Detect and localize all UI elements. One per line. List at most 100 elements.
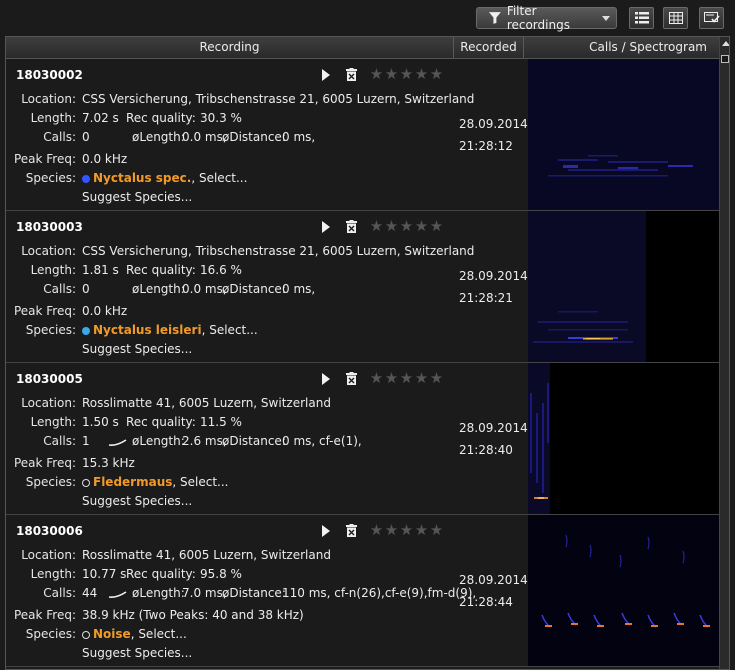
star-icon[interactable]: ★	[429, 522, 444, 538]
species-dot-icon	[82, 175, 90, 183]
toolbar: Filter recordings	[0, 0, 735, 36]
recording-cell: 18030005 ★ ★ ★ ★ ★ Location: Rosslimatte 41,…	[6, 363, 454, 514]
star-icon[interactable]: ★	[384, 66, 399, 82]
delete-icon[interactable]	[346, 220, 357, 233]
grid-view-button[interactable]	[663, 7, 688, 29]
rec-quality-label: Rec quality:	[126, 111, 196, 125]
list-view-icon	[634, 12, 649, 24]
rating-stars[interactable]: ★ ★ ★ ★ ★	[369, 522, 444, 538]
avg-length-label: øLength:	[132, 130, 185, 144]
play-icon[interactable]	[322, 373, 330, 385]
species-select-link[interactable]: , Select...	[202, 323, 258, 337]
star-icon[interactable]: ★	[384, 370, 399, 386]
suggest-species-link[interactable]: Suggest Species...	[82, 342, 192, 356]
suggest-species-link[interactable]: Suggest Species...	[82, 190, 192, 204]
star-icon[interactable]: ★	[429, 66, 444, 82]
delete-icon[interactable]	[346, 372, 357, 385]
rating-stars[interactable]: ★ ★ ★ ★ ★	[369, 370, 444, 386]
column-header-recording[interactable]: Recording	[6, 37, 454, 58]
star-icon[interactable]: ★	[429, 370, 444, 386]
location-value: CSS Versicherung, Tribschenstrasse 21, 6…	[82, 244, 475, 258]
spectrogram[interactable]	[528, 363, 719, 514]
play-icon[interactable]	[322, 525, 330, 537]
filter-recordings-button[interactable]: Filter recordings	[476, 4, 617, 32]
star-icon[interactable]: ★	[399, 66, 414, 82]
select-all-button[interactable]	[699, 7, 724, 29]
calls-value: 44	[82, 586, 98, 600]
species-value: Nyctalus spec., Select...	[82, 171, 247, 185]
table-row[interactable]: 18030006 ★ ★ ★ ★ ★ Location: Rosslimatte 41,…	[6, 515, 719, 667]
recording-cell: 18030002 ★ ★ ★ ★ ★ Location: CSS Versicherun…	[6, 59, 474, 210]
species-name[interactable]: Nyctalus leisleri	[93, 323, 202, 337]
length-value: 10.77 s	[82, 567, 127, 581]
star-icon[interactable]: ★	[414, 218, 429, 234]
spectrogram-image	[528, 515, 719, 666]
star-icon[interactable]: ★	[369, 218, 384, 234]
calls-label: Calls:	[43, 282, 76, 296]
peak-freq-label: Peak Freq:	[13, 456, 76, 470]
recorded-cell: 28.09.2014 21:28:12	[454, 59, 528, 210]
star-icon[interactable]: ★	[399, 522, 414, 538]
species-label: Species:	[25, 475, 76, 489]
spectrogram[interactable]	[528, 211, 719, 362]
peak-freq-value: 38.9 kHz (Two Peaks: 40 and 38 kHz)	[82, 608, 304, 622]
length-label: Length:	[30, 567, 76, 581]
delete-icon[interactable]	[346, 68, 357, 81]
scroll-thumb[interactable]	[721, 55, 729, 63]
species-select-link[interactable]: , Select...	[191, 171, 247, 185]
star-icon[interactable]: ★	[414, 370, 429, 386]
table-row[interactable]: 18030005 ★ ★ ★ ★ ★ Location: Rosslimatte 41,…	[6, 363, 719, 515]
location-label: Location:	[21, 548, 76, 562]
species-name[interactable]: Noise	[93, 627, 131, 641]
funnel-icon	[489, 12, 501, 24]
rec-quality-value: 30.3 %	[200, 111, 242, 125]
rec-quality-value: 16.6 %	[200, 263, 242, 277]
length-label: Length:	[30, 111, 76, 125]
column-header-calls-spectrogram[interactable]: Calls / Spectrogram	[524, 37, 719, 58]
scroll-up-icon[interactable]	[722, 41, 729, 46]
star-icon[interactable]: ★	[399, 218, 414, 234]
spectrogram-image	[528, 59, 719, 210]
species-name[interactable]: Fledermaus	[93, 475, 172, 489]
star-icon[interactable]: ★	[414, 522, 429, 538]
table-row[interactable]: 18030003 ★ ★ ★ ★ ★ Location: CSS Versicherun…	[6, 211, 719, 363]
location-value: CSS Versicherung, Tribschenstrasse 21, 6…	[82, 92, 475, 106]
rating-stars[interactable]: ★ ★ ★ ★ ★	[369, 66, 444, 82]
suggest-species-link[interactable]: Suggest Species...	[82, 494, 192, 508]
suggest-species-link[interactable]: Suggest Species...	[82, 646, 192, 660]
species-label: Species:	[25, 171, 76, 185]
star-icon[interactable]: ★	[384, 218, 399, 234]
avg-length-label: øLength:	[132, 434, 185, 448]
rec-quality-label: Rec quality:	[126, 263, 196, 277]
star-icon[interactable]: ★	[429, 218, 444, 234]
species-select-link[interactable]: , Select...	[131, 627, 187, 641]
star-icon[interactable]: ★	[384, 522, 399, 538]
star-icon[interactable]: ★	[369, 66, 384, 82]
rec-quality-label: Rec quality:	[126, 567, 196, 581]
calls-label: Calls:	[43, 130, 76, 144]
table-row[interactable]: 18030002 ★ ★ ★ ★ ★ Location: CSS Versicherun…	[6, 59, 719, 211]
vertical-scrollbar[interactable]	[719, 37, 729, 669]
location-value: Rosslimatte 41, 6005 Luzern, Switzerland	[82, 396, 331, 410]
calls-value: 0	[82, 282, 90, 296]
play-icon[interactable]	[322, 221, 330, 233]
delete-icon[interactable]	[346, 524, 357, 537]
species-select-link[interactable]: , Select...	[172, 475, 228, 489]
species-name[interactable]: Nyctalus spec.	[93, 171, 191, 185]
avg-length-value: 0.0 ms,	[182, 130, 227, 144]
list-view-button[interactable]	[629, 7, 654, 29]
avg-distance-label: øDistance:	[222, 586, 286, 600]
spectrogram[interactable]	[528, 515, 719, 666]
spectrogram[interactable]	[528, 59, 719, 210]
play-icon[interactable]	[322, 69, 330, 81]
star-icon[interactable]: ★	[414, 66, 429, 82]
avg-distance-value: 110 ms, cf-n(26),cf-e(9),fm-d(9),	[282, 586, 477, 600]
recorded-date: 28.09.2014	[459, 573, 528, 587]
star-icon[interactable]: ★	[369, 370, 384, 386]
table-header: Recording Recorded Calls / Spectrogram	[6, 37, 719, 59]
rating-stars[interactable]: ★ ★ ★ ★ ★	[369, 218, 444, 234]
recording-cell: 18030006 ★ ★ ★ ★ ★ Location: Rosslimatte 41,…	[6, 515, 476, 666]
column-header-recorded[interactable]: Recorded	[454, 37, 524, 58]
star-icon[interactable]: ★	[399, 370, 414, 386]
star-icon[interactable]: ★	[369, 522, 384, 538]
